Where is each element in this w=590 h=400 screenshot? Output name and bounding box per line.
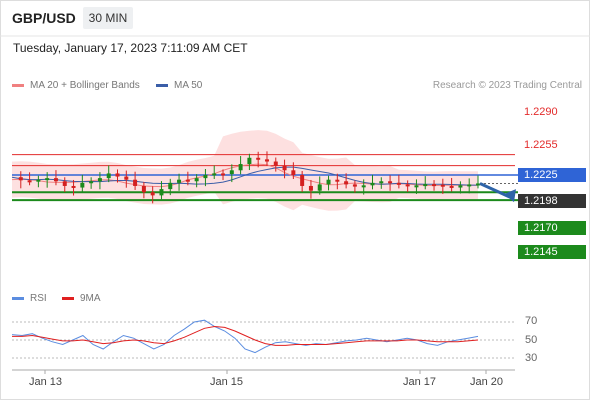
candle-body xyxy=(194,178,199,182)
candle-body xyxy=(89,181,94,184)
candle-body xyxy=(300,175,305,186)
candle-body xyxy=(388,181,393,184)
rsi-label: RSI xyxy=(30,293,47,304)
candle-body xyxy=(221,173,226,176)
bollinger-band xyxy=(12,130,478,211)
candle-body xyxy=(27,180,32,183)
candle-body xyxy=(476,183,480,186)
legend-rsi-ma: 9MA xyxy=(62,293,101,304)
candle-body xyxy=(370,182,375,186)
candle-body xyxy=(449,185,454,188)
x-label-jan17: Jan 17 xyxy=(403,376,437,388)
level-r1-label: 1.2255 xyxy=(524,139,558,151)
candle-body xyxy=(124,176,129,180)
rsi-line xyxy=(11,319,479,354)
candle-body xyxy=(282,165,287,171)
candle-body xyxy=(18,177,23,181)
rsi-ma-label: 9MA xyxy=(80,293,101,304)
candle-body xyxy=(212,173,217,176)
price-chart[interactable] xyxy=(0,0,590,400)
candle-body xyxy=(344,181,349,185)
x-label-jan13: Jan 13 xyxy=(29,376,63,388)
candle-body xyxy=(80,182,85,188)
rsi-tick-70: 70 xyxy=(525,315,538,327)
candle-body xyxy=(247,157,252,165)
candle-body xyxy=(379,181,384,184)
candle-body xyxy=(396,182,401,185)
candle-body xyxy=(97,178,102,182)
candle-body xyxy=(141,185,146,193)
rsi-ma-swatch xyxy=(62,296,74,300)
chart-widget: { "header": { "symbol": "GBP/USD", "time… xyxy=(0,0,590,400)
candle-body xyxy=(185,179,190,182)
candle-body xyxy=(71,185,76,188)
level-r2-label: 1.2290 xyxy=(524,106,558,118)
rsi-swatch xyxy=(12,296,24,300)
candle-body xyxy=(45,178,50,181)
candle-body xyxy=(53,178,58,182)
candle-body xyxy=(361,185,366,188)
x-label-jan20: Jan 20 xyxy=(470,376,504,388)
candle-body xyxy=(106,173,111,179)
candle-body xyxy=(308,185,313,191)
candle-body xyxy=(352,184,357,187)
candle-body xyxy=(414,185,419,188)
rsi-tick-30: 30 xyxy=(525,352,538,364)
candle-body xyxy=(115,173,120,177)
rsi-tick-50: 50 xyxy=(525,334,538,346)
candle-body xyxy=(150,192,155,196)
candle-body xyxy=(326,179,331,185)
level-s2-badge: 1.2145 xyxy=(518,245,586,259)
candle-body xyxy=(467,184,472,187)
candle-body xyxy=(440,184,445,187)
candle-body xyxy=(432,184,437,187)
x-label-jan15: Jan 15 xyxy=(210,376,244,388)
candle-body xyxy=(168,182,173,190)
candle-body xyxy=(423,184,428,187)
candle-body xyxy=(62,181,67,186)
candle-body xyxy=(229,170,234,175)
candle-body xyxy=(335,179,340,182)
candle-body xyxy=(256,157,261,160)
candle-body xyxy=(36,179,41,182)
current-price-badge: 1.2198 xyxy=(518,194,586,208)
candle-body xyxy=(317,184,322,191)
level-pivot-badge: 1.2225 xyxy=(518,168,586,182)
candle-body xyxy=(273,161,278,166)
legend-rsi: RSI xyxy=(12,293,47,304)
candle-body xyxy=(159,189,164,196)
candle-body xyxy=(177,179,182,183)
candle-body xyxy=(133,179,138,186)
candle-body xyxy=(238,164,243,171)
candle-body xyxy=(458,185,463,188)
candle-body xyxy=(264,159,269,162)
level-s1-badge: 1.2170 xyxy=(518,221,586,235)
candle-body xyxy=(203,175,208,179)
candle-body xyxy=(291,170,296,175)
candle-body xyxy=(405,184,410,187)
